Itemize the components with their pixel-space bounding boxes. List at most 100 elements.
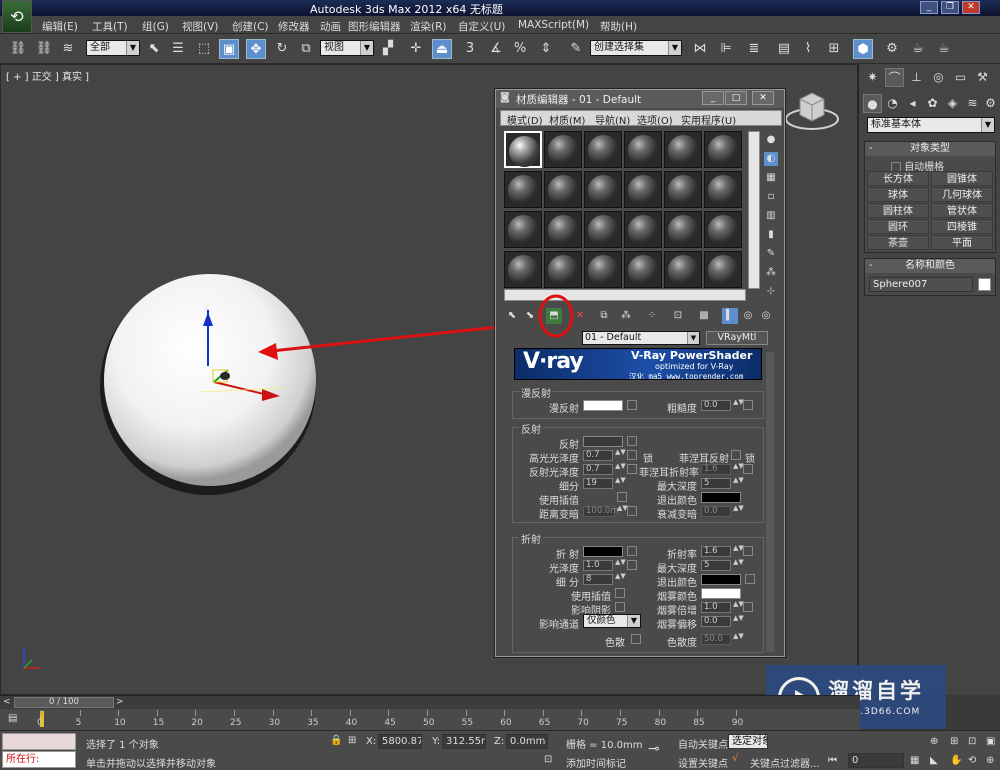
menu-edit[interactable]: 编辑(E) xyxy=(42,19,78,34)
menu-create[interactable]: 创建(C) xyxy=(232,19,269,34)
material-slot[interactable] xyxy=(624,171,662,208)
select-rotate-icon[interactable]: ↻ xyxy=(272,39,292,59)
object-name-field[interactable]: Sphere007 xyxy=(869,277,973,292)
maximize-viewport-icon[interactable]: ⊕ xyxy=(986,755,994,766)
diffuse-color-swatch[interactable] xyxy=(583,400,623,411)
material-slot[interactable] xyxy=(704,171,742,208)
spinner-arrows-icon[interactable]: ▲▼ xyxy=(733,463,744,475)
reference-coord-dropdown[interactable]: 视图 ▼ xyxy=(320,40,374,56)
menu-tools[interactable]: 工具(T) xyxy=(92,19,128,34)
align-icon[interactable]: ⊫ xyxy=(716,39,736,59)
sphere-object[interactable] xyxy=(104,274,316,486)
dim-distance-checkbox[interactable] xyxy=(627,506,637,516)
spinner-arrows-icon[interactable]: ▲▼ xyxy=(733,505,744,517)
edit-named-sets-icon[interactable]: ✎ xyxy=(566,39,586,59)
unlink-icon[interactable]: ⛓ xyxy=(34,39,54,59)
material-slot[interactable] xyxy=(624,131,662,168)
background-icon[interactable]: ▦ xyxy=(764,171,778,185)
mini-curve-editor-icon[interactable]: ▤ xyxy=(8,713,17,724)
orbit-icon[interactable]: ⟲ xyxy=(968,755,976,766)
key-icon[interactable]: ⊸ xyxy=(648,741,660,757)
prev-frame-icon[interactable]: < xyxy=(3,697,11,707)
systems-icon[interactable]: ⚙ xyxy=(981,94,1000,113)
angle-snap-icon[interactable]: ∡ xyxy=(486,39,506,59)
maxscript-listener[interactable] xyxy=(2,733,76,750)
spinner-arrows-icon[interactable]: ▲▼ xyxy=(733,545,744,557)
menu-modifiers[interactable]: 修改器 xyxy=(278,19,310,34)
material-slot[interactable] xyxy=(504,171,542,208)
backlight-icon[interactable]: ◐ xyxy=(764,152,778,166)
material-slot[interactable] xyxy=(624,211,662,248)
torus-button[interactable]: 圆环 xyxy=(867,219,929,234)
helpers-icon[interactable]: ◈ xyxy=(943,94,962,113)
material-navigator-icon[interactable]: ⊹ xyxy=(764,285,778,299)
schematic-view-icon[interactable]: ⊞ xyxy=(824,39,844,59)
material-slot[interactable] xyxy=(584,131,622,168)
menu-modes[interactable]: 模式(D) xyxy=(507,112,543,127)
key-filters-button[interactable]: 关键点过滤器... xyxy=(750,755,820,770)
refr-exit-color-checkbox[interactable] xyxy=(745,574,755,584)
teapot-button[interactable]: 茶壶 xyxy=(867,235,929,250)
menu-material[interactable]: 材质(M) xyxy=(549,112,585,127)
roughness-map-button[interactable] xyxy=(743,400,753,410)
menu-options[interactable]: 选项(O) xyxy=(637,112,673,127)
tube-button[interactable]: 管状体 xyxy=(931,203,993,218)
snap-toggle-icon[interactable]: 3 xyxy=(460,39,480,59)
refr-subdivs-spinner[interactable]: 8 xyxy=(583,574,613,585)
curve-editor-icon[interactable]: ⌇ xyxy=(798,39,818,59)
add-time-tag[interactable]: 添加时间标记 xyxy=(566,755,626,770)
reflect-color-swatch[interactable] xyxy=(583,436,623,447)
refl-subdivs-spinner[interactable]: 19 xyxy=(583,478,613,489)
menu-graph-editors[interactable]: 图形编辑器 xyxy=(348,19,401,34)
auto-key-button[interactable]: 自动关键点 xyxy=(678,736,728,751)
menu-maxscript[interactable]: MAXScript(M) xyxy=(518,19,589,31)
select-by-material-icon[interactable]: ⁂ xyxy=(764,266,778,280)
spinner-arrows-icon[interactable]: ▲▼ xyxy=(615,573,626,585)
category-dropdown[interactable]: 标准基本体 ▼ xyxy=(867,117,995,133)
pivot-center-icon[interactable]: ▞ xyxy=(378,39,398,59)
material-slot[interactable] xyxy=(664,131,702,168)
refr-gloss-spinner[interactable]: 1.0 xyxy=(583,560,613,571)
zoom-icon[interactable]: ⊕ xyxy=(930,736,938,747)
object-color-swatch[interactable] xyxy=(978,278,991,291)
selection-lock-icon[interactable]: 🔒 xyxy=(330,735,342,746)
next-frame-icon[interactable]: > xyxy=(116,697,124,707)
cameras-icon[interactable]: ✿ xyxy=(923,94,942,113)
plane-button[interactable]: 平面 xyxy=(931,235,993,250)
minimize-button[interactable]: _ xyxy=(702,91,724,105)
material-slot[interactable] xyxy=(624,251,662,288)
field-of-view-icon[interactable]: ◣ xyxy=(930,755,938,766)
spinner-arrows-icon[interactable]: ▲▼ xyxy=(615,449,626,461)
material-slot[interactable] xyxy=(584,251,622,288)
material-slot[interactable] xyxy=(544,251,582,288)
refl-interp-checkbox[interactable] xyxy=(617,492,627,502)
sample-type-icon[interactable]: ● xyxy=(764,133,778,147)
z-coordinate-field[interactable]: 0.0mm xyxy=(506,734,548,749)
bind-space-warp-icon[interactable]: ≋ xyxy=(58,39,78,59)
affect-shadows-checkbox[interactable] xyxy=(615,602,625,612)
refl-exit-color-swatch[interactable] xyxy=(701,492,741,503)
pyramid-button[interactable]: 四棱锥 xyxy=(931,219,993,234)
menu-customize[interactable]: 自定义(U) xyxy=(458,19,505,34)
fog-multiplier-map-button[interactable] xyxy=(743,602,753,612)
select-object-icon[interactable]: ⬉ xyxy=(144,39,164,59)
refl-max-depth-spinner[interactable]: 5 xyxy=(701,478,731,489)
transform-mode-icon[interactable]: ⊞ xyxy=(348,735,356,746)
maxscript-mode[interactable]: 所在行: xyxy=(2,751,76,768)
dim-falloff-spinner[interactable]: 0.0 xyxy=(701,506,731,517)
material-id-channel-icon[interactable]: ⊡ xyxy=(670,308,686,324)
zoom-extents-all-icon[interactable]: ▣ xyxy=(986,736,995,747)
parameters-scrollbar[interactable] xyxy=(766,352,774,652)
show-end-result-icon[interactable]: ▍ xyxy=(722,308,738,324)
material-slot[interactable] xyxy=(664,171,702,208)
cylinder-button[interactable]: 圆柱体 xyxy=(867,203,929,218)
ior-spinner[interactable]: 1.6 xyxy=(701,546,731,557)
make-copy-icon[interactable]: ⧉ xyxy=(596,308,612,324)
select-scale-icon[interactable]: ⧉ xyxy=(296,39,316,59)
spinner-arrows-icon[interactable]: ▲▼ xyxy=(733,399,744,411)
menu-utilities[interactable]: 实用程序(U) xyxy=(681,112,736,127)
zoom-extents-icon[interactable]: ⊡ xyxy=(968,736,976,747)
material-slot[interactable] xyxy=(584,171,622,208)
pan-icon[interactable]: ✋ xyxy=(950,755,962,766)
spacewarps-icon[interactable]: ≋ xyxy=(963,94,982,113)
